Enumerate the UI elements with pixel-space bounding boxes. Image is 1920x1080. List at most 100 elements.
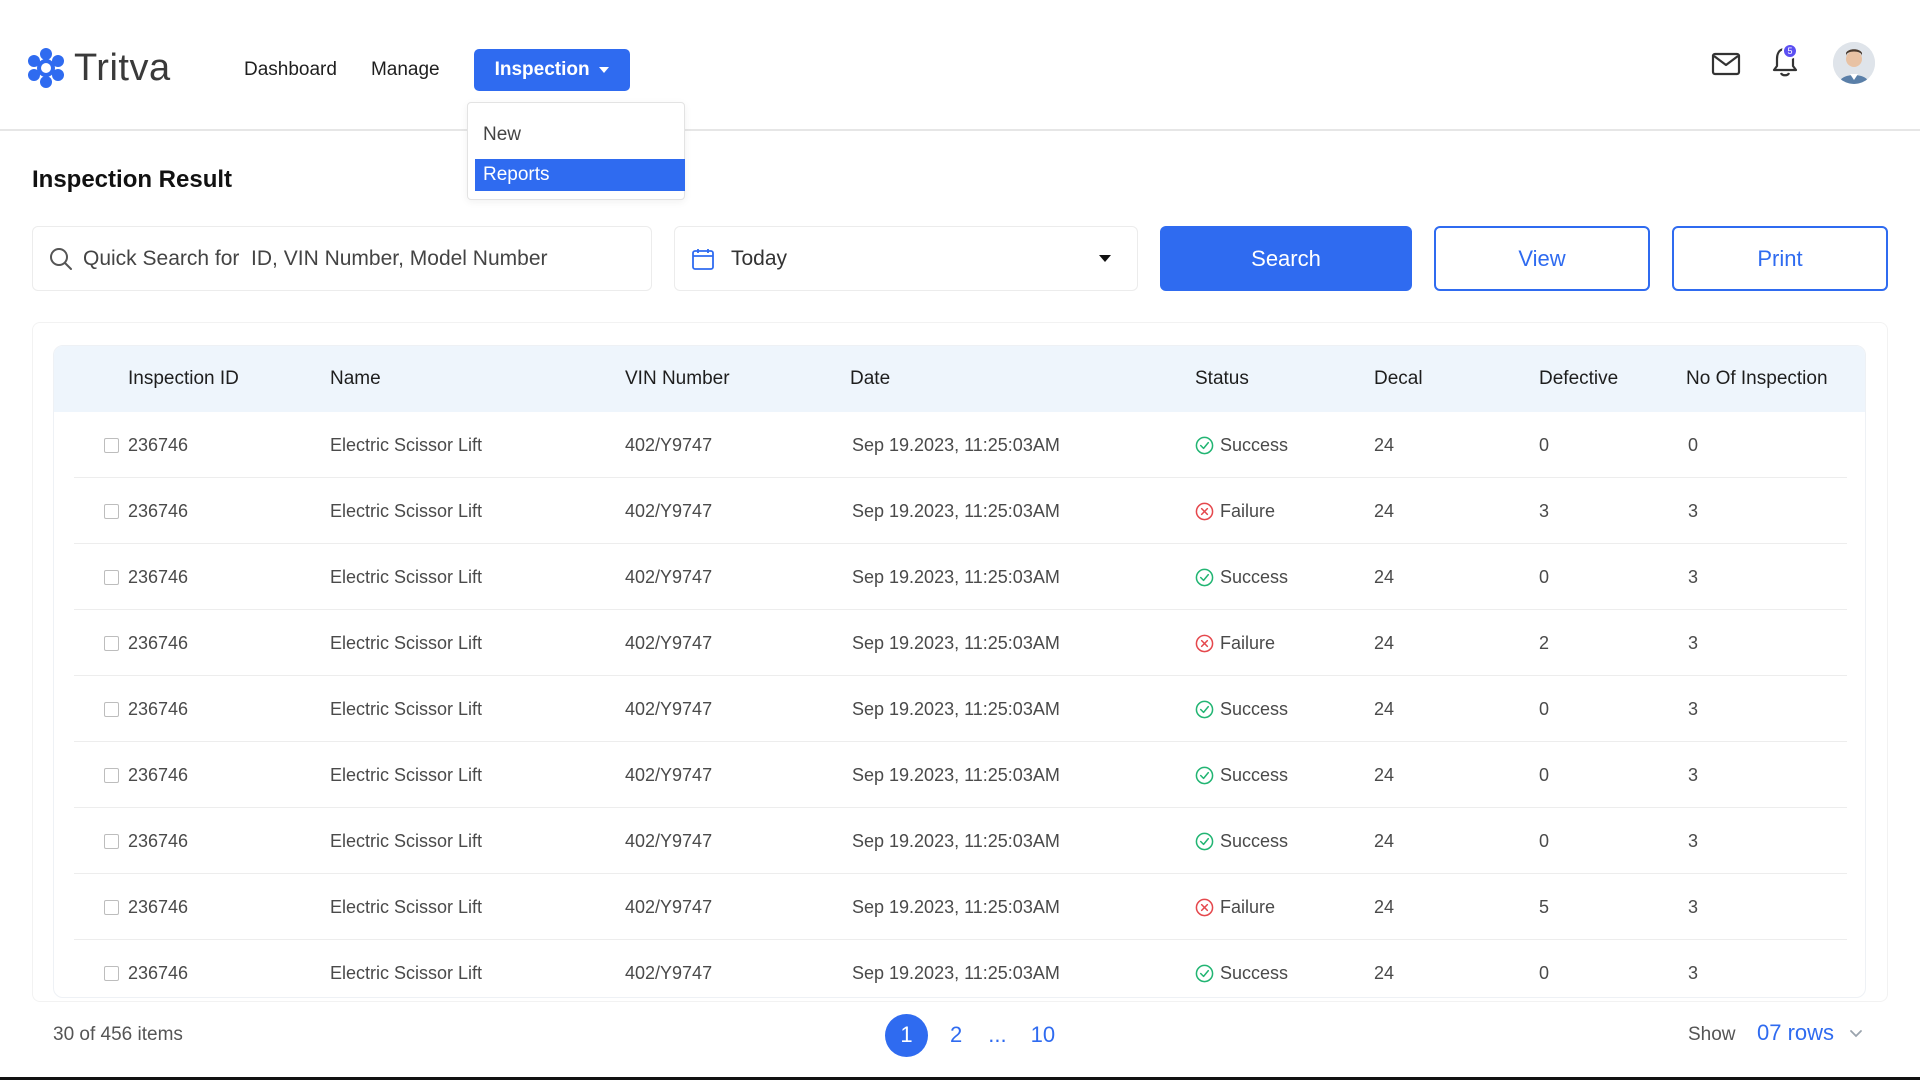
table-row[interactable]: 236746 Electric Scissor Lift 402/Y9747 Sep … xyxy=(74,676,1847,742)
cell-date: Sep 19.2023, 11:25:03AM xyxy=(852,698,1060,719)
chevron-down-icon xyxy=(1850,1030,1862,1038)
table-row[interactable]: 236746 Electric Scissor Lift 402/Y9747 Sep … xyxy=(74,808,1847,874)
x-circle-icon xyxy=(1195,502,1214,520)
cell-id: 236746 xyxy=(128,962,189,983)
cell-vin: 402/Y9747 xyxy=(625,500,713,521)
col-vin-number[interactable]: VIN Number xyxy=(625,346,730,412)
status-label: Success xyxy=(1220,434,1289,455)
status-label: Failure xyxy=(1220,500,1276,521)
row-checkbox[interactable] xyxy=(104,504,119,519)
cell-name: Electric Scissor Lift xyxy=(330,896,483,917)
quick-search xyxy=(32,226,652,291)
dropdown-item-new[interactable]: New xyxy=(475,119,685,151)
calendar-icon xyxy=(692,248,714,270)
cell-name: Electric Scissor Lift xyxy=(330,434,483,455)
search-button[interactable]: Search xyxy=(1160,226,1412,291)
table-row[interactable]: 236746 Electric Scissor Lift 402/Y9747 Sep … xyxy=(74,940,1847,997)
row-checkbox[interactable] xyxy=(104,966,119,981)
page-title: Inspection Result xyxy=(32,166,233,193)
cell-defective: 0 xyxy=(1539,698,1550,719)
page-1-button[interactable]: 1 xyxy=(885,1013,928,1057)
items-count: 30 of 456 items xyxy=(53,1024,183,1045)
rows-per-page-select[interactable]: 07 rows xyxy=(1757,1020,1864,1046)
col-defective[interactable]: Defective xyxy=(1539,346,1618,412)
cell-vin: 402/Y9747 xyxy=(625,632,713,653)
nav-inspection-button[interactable]: Inspection xyxy=(473,49,630,91)
col-decal[interactable]: Decal xyxy=(1374,346,1423,412)
status-label: Failure xyxy=(1220,896,1276,917)
table-row[interactable]: 236746 Electric Scissor Lift 402/Y9747 Sep … xyxy=(74,874,1847,940)
cell-date: Sep 19.2023, 11:25:03AM xyxy=(852,830,1060,851)
page-ellipsis: ... xyxy=(988,1022,1007,1047)
search-input[interactable] xyxy=(83,246,623,271)
row-checkbox[interactable] xyxy=(104,702,119,717)
date-filter-value: Today xyxy=(731,246,788,270)
search-icon xyxy=(50,247,72,270)
status-cell: Success xyxy=(1195,544,1288,610)
rows-per-page-label: Show xyxy=(1688,1024,1736,1045)
date-filter-select[interactable]: Today xyxy=(674,226,1138,291)
main-nav: Dashboard Manage Inspection xyxy=(244,49,630,91)
cell-decal: 24 xyxy=(1374,698,1395,719)
row-checkbox[interactable] xyxy=(104,570,119,585)
col-status[interactable]: Status xyxy=(1195,346,1249,412)
view-button[interactable]: View xyxy=(1434,226,1650,291)
cell-vin: 402/Y9747 xyxy=(625,434,713,455)
row-checkbox[interactable] xyxy=(104,834,119,849)
col-inspection-id[interactable]: Inspection ID xyxy=(128,346,239,412)
user-avatar-icon xyxy=(1833,42,1875,84)
cell-date: Sep 19.2023, 11:25:03AM xyxy=(852,434,1060,455)
cell-decal: 24 xyxy=(1374,632,1395,653)
page-2-button[interactable]: 2 xyxy=(950,1022,962,1048)
cell-inspections: 3 xyxy=(1688,896,1699,917)
cell-inspections: 3 xyxy=(1688,566,1699,587)
rows-per-page-value: 07 rows xyxy=(1757,1020,1835,1045)
status-cell: Success xyxy=(1195,808,1288,874)
cell-name: Electric Scissor Lift xyxy=(330,500,483,521)
cell-name: Electric Scissor Lift xyxy=(330,566,483,587)
inspection-dropdown-menu: New Reports xyxy=(467,102,685,200)
status-label: Success xyxy=(1220,698,1289,719)
cell-id: 236746 xyxy=(128,434,189,455)
dropdown-item-reports[interactable]: Reports xyxy=(475,159,685,191)
mail-icon[interactable] xyxy=(1711,52,1741,76)
table-row[interactable]: 236746 Electric Scissor Lift 402/Y9747 Sep … xyxy=(74,544,1847,610)
status-label: Success xyxy=(1220,830,1289,851)
avatar[interactable] xyxy=(1833,42,1875,84)
row-checkbox[interactable] xyxy=(104,768,119,783)
cell-vin: 402/Y9747 xyxy=(625,698,713,719)
cell-defective: 5 xyxy=(1539,896,1550,917)
check-circle-icon xyxy=(1195,436,1214,454)
status-label: Success xyxy=(1220,962,1289,983)
cell-id: 236746 xyxy=(128,896,189,917)
row-checkbox[interactable] xyxy=(104,636,119,651)
status-label: Success xyxy=(1220,764,1289,785)
page-10-button[interactable]: 10 xyxy=(1031,1022,1055,1048)
check-circle-icon xyxy=(1195,766,1214,784)
col-date[interactable]: Date xyxy=(850,346,890,412)
cell-date: Sep 19.2023, 11:25:03AM xyxy=(852,962,1060,983)
cell-decal: 24 xyxy=(1374,500,1395,521)
row-checkbox[interactable] xyxy=(104,900,119,915)
caret-down-icon xyxy=(1099,255,1111,262)
check-circle-icon xyxy=(1195,832,1214,850)
cell-vin: 402/Y9747 xyxy=(625,566,713,587)
logo-icon xyxy=(28,48,64,88)
table-row[interactable]: 236746 Electric Scissor Lift 402/Y9747 Sep … xyxy=(74,742,1847,808)
table-row[interactable]: 236746 Electric Scissor Lift 402/Y9747 Sep … xyxy=(74,478,1847,544)
cell-defective: 0 xyxy=(1539,962,1550,983)
table-row[interactable]: 236746 Electric Scissor Lift 402/Y9747 Sep … xyxy=(74,412,1847,478)
status-cell: Success xyxy=(1195,940,1289,997)
nav-dashboard[interactable]: Dashboard xyxy=(244,59,337,81)
cell-decal: 24 xyxy=(1374,962,1395,983)
print-button[interactable]: Print xyxy=(1672,226,1888,291)
cell-date: Sep 19.2023, 11:25:03AM xyxy=(852,764,1060,785)
cell-decal: 24 xyxy=(1374,434,1395,455)
nav-manage[interactable]: Manage xyxy=(371,59,440,81)
brand-logo[interactable]: Tritva xyxy=(26,46,171,90)
row-checkbox[interactable] xyxy=(104,438,119,453)
col-no-of-inspection[interactable]: No Of Inspection xyxy=(1686,346,1828,412)
col-name[interactable]: Name xyxy=(330,346,381,412)
cell-vin: 402/Y9747 xyxy=(625,830,713,851)
table-row[interactable]: 236746 Electric Scissor Lift 402/Y9747 Sep … xyxy=(74,610,1847,676)
